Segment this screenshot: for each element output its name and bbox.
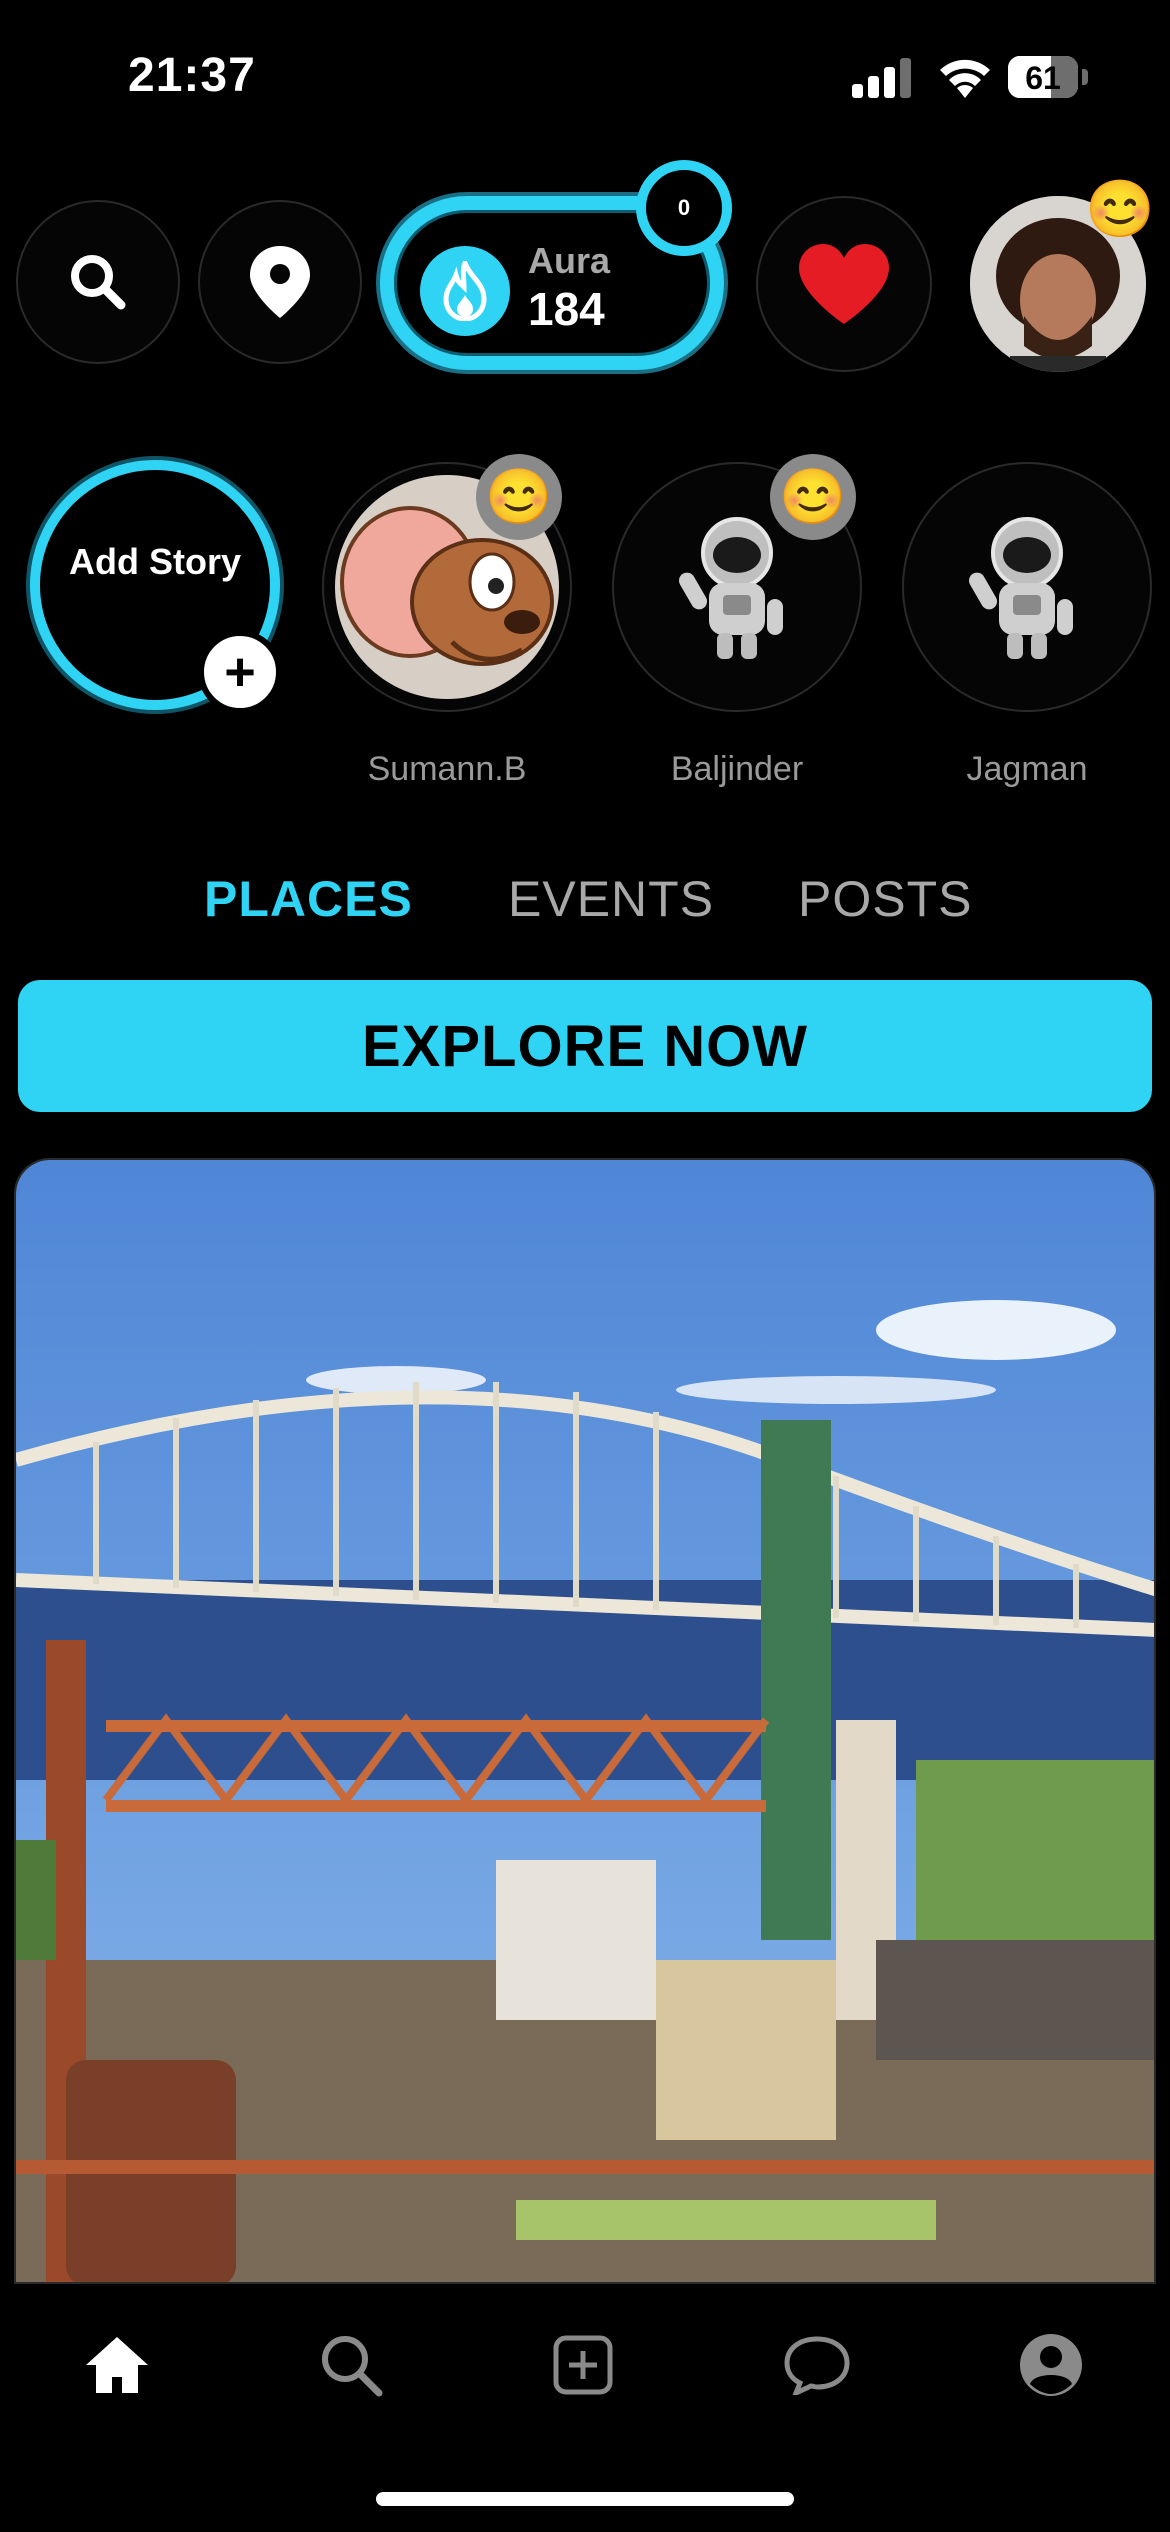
tab-events[interactable]: EVENTS [508,870,714,928]
search-icon [71,255,126,310]
location-pin-icon [250,246,310,318]
add-story-plus-icon[interactable]: + [198,630,282,714]
profile-mood-emoji: 😊 [1085,177,1155,240]
place-photo-card[interactable] [14,1158,1156,2284]
aura-label: Aura [528,240,611,281]
battery-indicator: 61 [1008,56,1088,98]
nav-home[interactable] [72,2320,162,2410]
likes-button[interactable] [756,196,932,372]
bridge-model-photo [16,1160,1154,2282]
add-story-label: Add Story [68,541,241,582]
tab-places[interactable]: PLACES [204,870,413,928]
nav-create-post[interactable] [538,2320,628,2410]
search-icon [322,2336,383,2397]
story-mood-emoji: 😊 [476,454,562,540]
location-button[interactable] [198,200,362,364]
tab-posts[interactable]: POSTS [798,870,972,928]
add-post-icon [553,2335,613,2395]
story-avatar-jagman[interactable] [902,462,1152,712]
search-button[interactable] [16,200,180,364]
status-time: 21:37 [128,49,256,102]
story-name: Jagman [966,750,1088,788]
heart-icon [799,244,889,324]
nav-profile[interactable] [1006,2320,1096,2410]
chat-icon [784,2336,850,2395]
battery-percent: 61 [1025,60,1061,96]
explore-now-button[interactable]: EXPLORE NOW [18,980,1152,1112]
aura-badge: 0 [636,160,732,256]
astronaut-avatar [969,517,1073,659]
story-name: Sumann.B [367,750,527,788]
home-indicator [376,2492,794,2506]
nav-search[interactable] [306,2320,396,2410]
aura-value: 184 [528,283,605,335]
story-mood-emoji: 😊 [770,454,856,540]
story-name: Baljinder [670,750,804,788]
wifi-icon [940,59,990,98]
home-icon [86,2337,148,2393]
flame-icon [420,246,510,336]
cellular-signal-icon [852,58,911,98]
profile-icon [1020,2334,1082,2396]
nav-messages[interactable] [772,2320,862,2410]
